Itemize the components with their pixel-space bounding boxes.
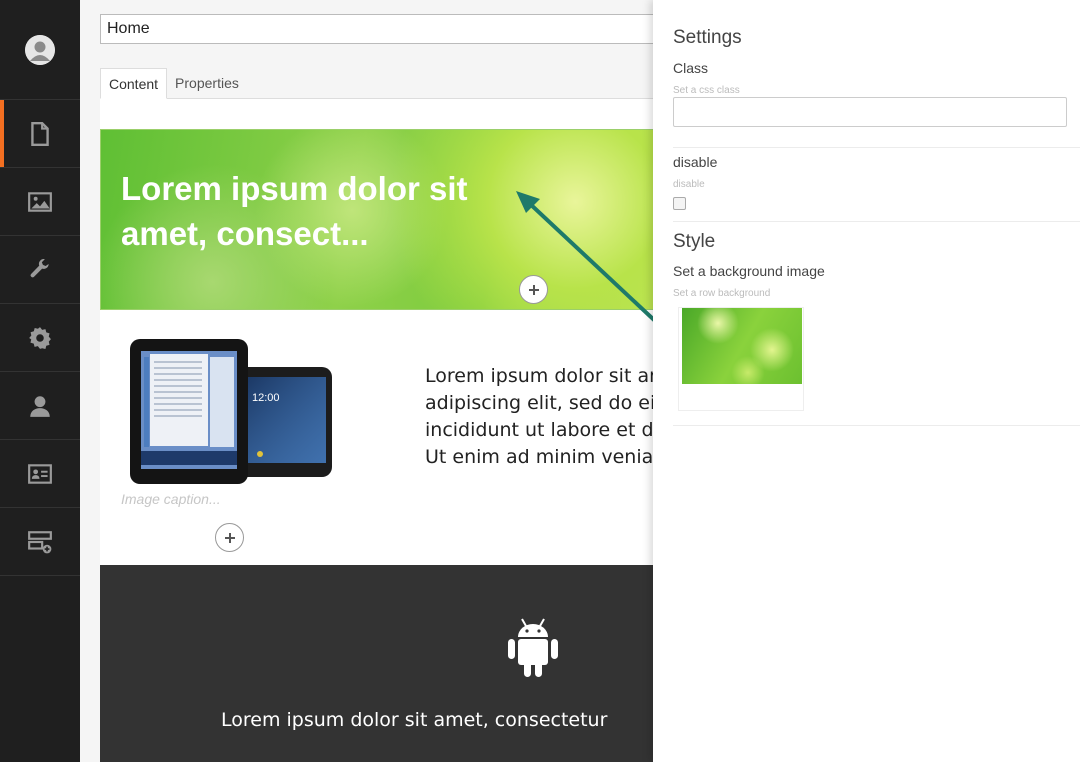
text-line: Ut enim ad minim veniam, quis nostrud bbox=[425, 446, 665, 468]
add-form-icon bbox=[28, 530, 52, 553]
sidebar-item-developer[interactable] bbox=[0, 304, 80, 372]
class-hint: Set a css class bbox=[673, 85, 740, 96]
background-image-label: Set a background image bbox=[673, 263, 825, 279]
sidebar-item-users[interactable] bbox=[0, 372, 80, 440]
background-image-picker[interactable] bbox=[678, 307, 804, 411]
image-caption[interactable]: Image caption... bbox=[121, 491, 221, 507]
sidebar-item-settings-tools[interactable] bbox=[0, 236, 80, 304]
sidebar bbox=[0, 0, 80, 762]
tablet-image[interactable]: 12:00 bbox=[130, 339, 340, 484]
sidebar-item-forms[interactable] bbox=[0, 508, 80, 576]
text-line: adipiscing elit, sed do eiusmod tempor bbox=[425, 392, 665, 414]
wrench-icon bbox=[30, 258, 49, 277]
sidebar-item-content[interactable] bbox=[0, 100, 80, 168]
avatar[interactable] bbox=[25, 34, 55, 65]
plus-icon bbox=[528, 284, 539, 295]
divider bbox=[673, 147, 1080, 148]
background-image-hint: Set a row background bbox=[673, 288, 771, 299]
sidebar-item-members[interactable] bbox=[0, 440, 80, 508]
user-avatar-icon bbox=[25, 34, 55, 65]
text-line: Lorem ipsum dolor sit amet, consectetur bbox=[425, 365, 665, 387]
plus-icon bbox=[224, 532, 235, 543]
style-title: Style bbox=[673, 231, 716, 252]
image-icon bbox=[28, 191, 52, 212]
add-content-button[interactable] bbox=[519, 275, 548, 304]
id-card-icon bbox=[28, 463, 52, 484]
hero-title[interactable]: Lorem ipsum dolor sit amet, consect... bbox=[121, 166, 481, 256]
hero-row[interactable]: Lorem ipsum dolor sit amet, consect... bbox=[100, 129, 660, 310]
sidebar-item-media[interactable] bbox=[0, 168, 80, 236]
dark-row[interactable]: Lorem ipsum dolor sit amet, consectetur bbox=[100, 565, 660, 762]
disable-checkbox[interactable] bbox=[673, 197, 686, 210]
tab-properties[interactable]: Properties bbox=[167, 68, 247, 99]
settings-title: Settings bbox=[673, 27, 742, 48]
text-line: incididunt ut labore et dolore magna ali… bbox=[425, 419, 665, 441]
rich-text-block[interactable]: Lorem ipsum dolor sit amet, consectetur … bbox=[425, 363, 665, 473]
settings-panel: Settings Class Set a css class disable d… bbox=[653, 0, 1080, 762]
document-icon bbox=[31, 121, 49, 146]
gear-icon bbox=[29, 326, 51, 349]
divider bbox=[673, 221, 1080, 222]
dark-row-text[interactable]: Lorem ipsum dolor sit amet, consectetur bbox=[221, 709, 660, 731]
add-content-button-2[interactable] bbox=[215, 523, 244, 552]
class-label: Class bbox=[673, 60, 709, 76]
tab-content[interactable]: Content bbox=[100, 68, 168, 99]
page-name-input[interactable] bbox=[100, 14, 700, 44]
android-icon bbox=[508, 618, 558, 677]
css-class-input[interactable] bbox=[673, 97, 1067, 127]
user-icon bbox=[30, 395, 50, 417]
avatar-container bbox=[0, 0, 80, 100]
background-image-thumbnail bbox=[682, 308, 802, 384]
disable-label: disable bbox=[673, 154, 718, 170]
disable-hint: disable bbox=[673, 179, 705, 190]
divider bbox=[673, 425, 1080, 426]
svg-text:12:00: 12:00 bbox=[252, 392, 280, 404]
